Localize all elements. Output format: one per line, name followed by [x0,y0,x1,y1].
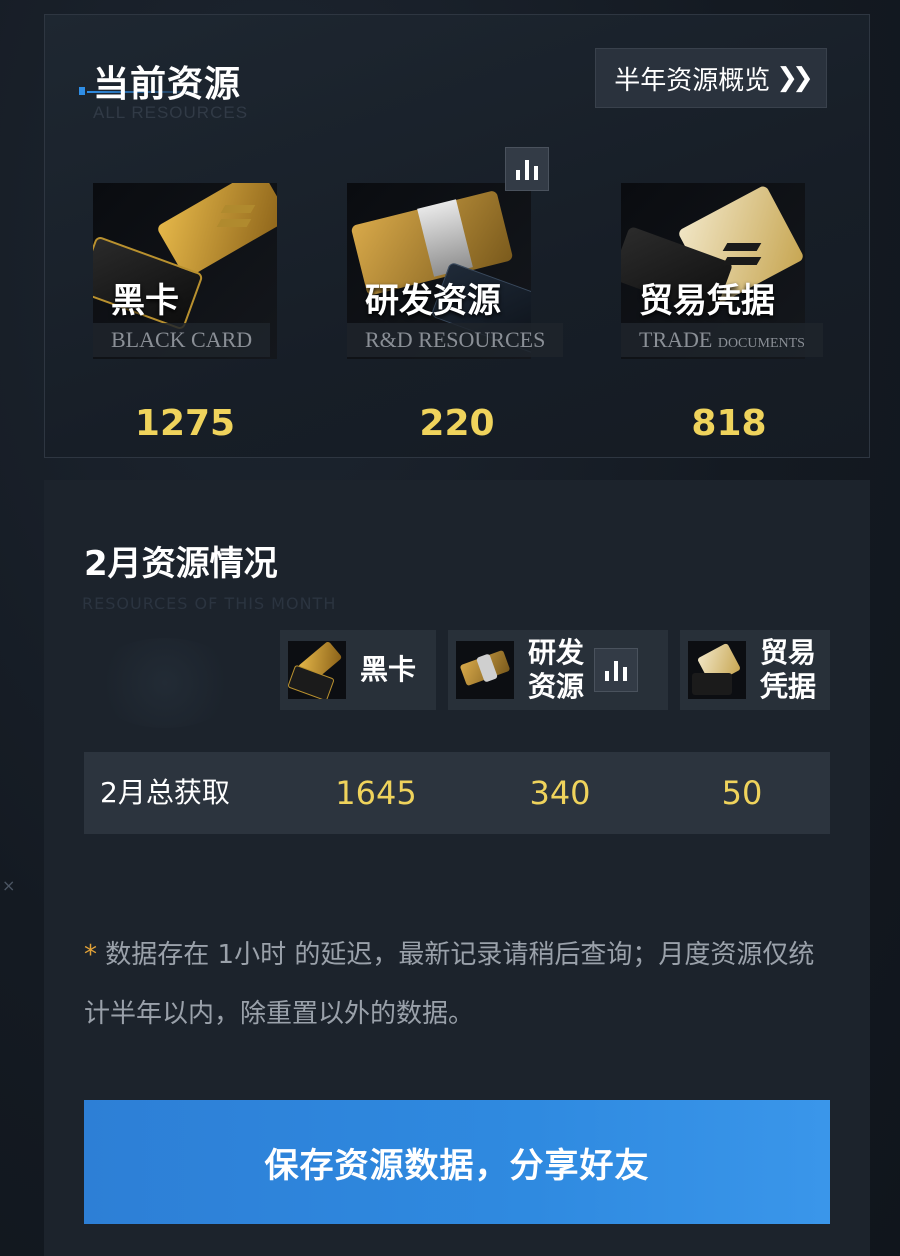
resource-card-trade-documents: 贸易凭据 TRADE DOCUMENTS [621,183,823,359]
black-card-name: 黑卡 [111,281,179,321]
monthly-total-black-card: 1645 [335,774,417,812]
monthly-total-label: 2月总获取 [100,776,230,809]
save-and-share-button[interactable]: 保存资源数据，分享好友 [84,1100,830,1224]
trade-documents-en-small: DOCUMENTS [717,336,805,351]
black-card-value: 1275 [134,403,236,444]
header-trade-documents: 贸易 凭据 [680,630,830,710]
data-delay-note: * 数据存在 1小时 的延迟，最新记录请稍后查询；月度资源仅统计半年以内，除重置… [84,926,834,1044]
background-glow [90,638,240,728]
trade-documents-en-main: TRADE [639,327,713,352]
header-trade-label-line1: 贸易 [760,636,817,669]
black-card-en-label: BLACK CARD [93,323,271,357]
note-asterisk: * [84,940,97,970]
monthly-title: 2月资源情况 [84,544,278,584]
header-trade-label: 贸易 凭据 [760,636,816,704]
resource-card-rd: 研发资源 R&D RESOURCES [347,183,564,359]
trade-documents-value: 818 [691,403,767,444]
rd-resources-name: 研发资源 [365,281,501,321]
trade-documents-en-label: TRADE DOCUMENTS [621,323,823,357]
rd-monthly-chart-button[interactable] [594,648,639,692]
header-trade-label-line2: 凭据 [760,670,817,703]
rd-resources-value: 220 [419,403,495,444]
trade-documents-thumb-icon [688,641,746,699]
panel-subtitle: ALL RESOURCES [93,103,249,122]
rd-resources-en-label: R&D RESOURCES [347,323,564,357]
header-black-card-label: 黑卡 [360,653,417,686]
note-text: 数据存在 1小时 的延迟，最新记录请稍后查询；月度资源仅统计半年以内，除重置以外… [84,940,815,1029]
save-and-share-label: 保存资源数据，分享好友 [264,1145,650,1186]
monthly-resources-panel: 2月资源情况 RESOURCES OF THIS MONTH 黑卡 研发 资源 … [44,480,870,1256]
header-black-card: 黑卡 [280,630,436,710]
resource-card-black-card: 黑卡 BLACK CARD [93,183,277,359]
monthly-total-row: 2月总获取 1645 340 50 [84,752,830,834]
header-rd-resources: 研发 资源 [448,630,668,710]
header-rd-label: 研发 资源 [528,636,584,704]
rd-resources-thumb-icon [456,641,514,699]
trade-documents-name: 贸易凭据 [639,281,775,321]
monthly-total-trade-documents: 50 [721,774,763,812]
rd-chart-button[interactable] [505,147,549,191]
title-accent [79,87,85,95]
half-year-overview-button[interactable]: 半年资源概览 ❯❯ [595,48,827,108]
side-close-mark: × [2,876,16,895]
panel-title: 当前资源 [93,64,242,105]
header-rd-label-line1: 研发 [528,636,585,669]
monthly-total-rd-resources: 340 [529,774,591,812]
black-card-thumb-icon [288,641,346,699]
double-chevron-right-icon: ❯❯ [776,63,813,93]
monthly-subtitle: RESOURCES OF THIS MONTH [82,594,337,613]
overview-button-label: 半年资源概览 [614,65,771,96]
header-rd-label-line2: 资源 [528,670,585,703]
current-resources-panel: 当前资源 ALL RESOURCES 半年资源概览 ❯❯ 黑卡 BLACK CA… [44,14,870,458]
